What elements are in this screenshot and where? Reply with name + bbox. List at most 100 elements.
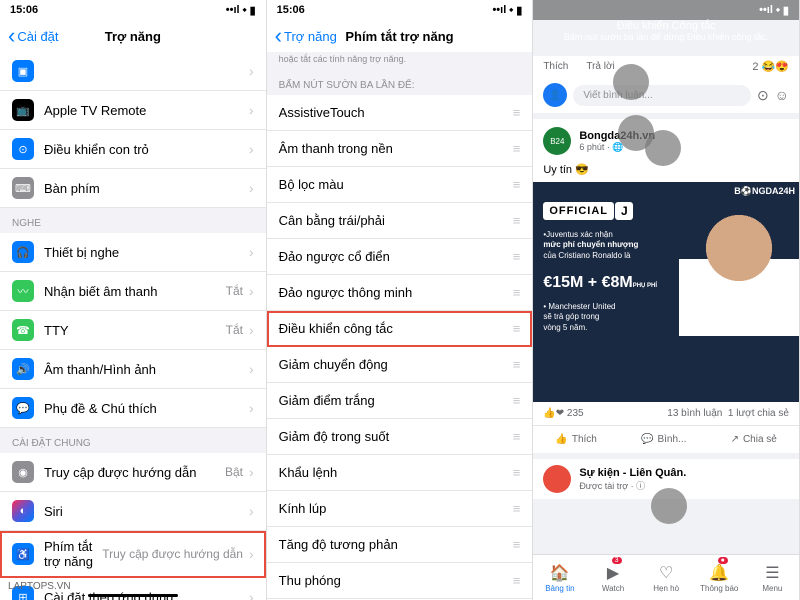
comment-input[interactable]: Viết bình luận... xyxy=(573,85,751,106)
back-button[interactable]: Trợ năng xyxy=(275,23,337,49)
home-indicator[interactable] xyxy=(88,594,178,597)
comments-count[interactable]: 13 bình luận xyxy=(667,408,722,419)
settings-row[interactable]: ⌨Bàn phím› xyxy=(0,169,266,208)
item-label: Giảm điểm trắng xyxy=(279,393,513,408)
like-button[interactable]: 👍 Thích xyxy=(547,430,604,449)
row-label: Âm thanh/Hình ảnh xyxy=(44,362,249,377)
switch-cursor-dot xyxy=(651,488,687,524)
item-label: Giảm chuyển động xyxy=(279,357,513,372)
settings-row[interactable]: ◉Truy cập được hướng dẫnBật› xyxy=(0,453,266,492)
chevron-icon: › xyxy=(249,546,254,562)
row-icon: ⌨ xyxy=(12,177,34,199)
shortcut-item[interactable]: Thu phóng≡ xyxy=(267,563,533,599)
settings-row[interactable]: 〰Nhận biết âm thanhTắt› xyxy=(0,272,266,311)
reorder-icon[interactable]: ≡ xyxy=(513,105,521,120)
watermark: LAPTOPS.VN xyxy=(8,581,71,592)
rows-group-1: ▣›📺Apple TV Remote›⊙Điều khiển con trỏ›⌨… xyxy=(0,52,266,208)
shortcut-item[interactable]: Giảm chuyển động≡ xyxy=(267,347,533,383)
status-time: 15:06 xyxy=(10,4,38,16)
tab-Menu[interactable]: ☰Menu xyxy=(746,555,799,600)
overlay-subtitle: Bấm nút sườn ba lần để dừng Điều khiển c… xyxy=(533,32,799,42)
post-stats: 👍❤ 235 13 bình luận 1 lượt chia sẻ xyxy=(533,402,799,426)
reorder-icon[interactable]: ≡ xyxy=(513,321,521,336)
tab-icon: 🏠 xyxy=(550,563,570,583)
signal-icon: ••ıl xyxy=(226,4,240,16)
reactions-count[interactable]: 2 😂😍 xyxy=(752,60,789,73)
row-icon: 📺 xyxy=(12,99,34,121)
post-image[interactable]: B⚽NGDA24H OFFICIAL J •Juventus xác nhậnm… xyxy=(533,182,799,402)
settings-row[interactable]: ⊙Điều khiển con trỏ› xyxy=(0,130,266,169)
like-action[interactable]: Thích xyxy=(543,61,568,72)
tab-Thông báo[interactable]: 🔔Thông báo● xyxy=(693,555,746,600)
emoji-icon[interactable]: ☺ xyxy=(775,87,789,103)
shortcut-item[interactable]: AssistiveTouch≡ xyxy=(267,95,533,131)
tab-Hẹn hò[interactable]: ♡Hẹn hò xyxy=(640,555,693,600)
reorder-icon[interactable]: ≡ xyxy=(513,393,521,408)
reply-action[interactable]: Trả lời xyxy=(586,61,614,72)
settings-row[interactable]: ☎TTYTắt› xyxy=(0,311,266,350)
item-label: Đảo ngược thông minh xyxy=(279,285,513,300)
settings-row[interactable]: ▣› xyxy=(0,52,266,91)
reorder-icon[interactable]: ≡ xyxy=(513,141,521,156)
shortcut-item[interactable]: Kính lúp≡ xyxy=(267,491,533,527)
reorder-icon[interactable]: ≡ xyxy=(513,213,521,228)
shortcut-list: AssistiveTouch≡Âm thanh trong nền≡Bộ lọc… xyxy=(267,95,533,600)
settings-row[interactable]: 📺 Apple TV Remote› xyxy=(0,91,266,130)
likes-count[interactable]: 👍❤ 235 xyxy=(543,408,583,419)
reorder-icon[interactable]: ≡ xyxy=(513,285,521,300)
reorder-icon[interactable]: ≡ xyxy=(513,249,521,264)
phone-accessibility-shortcut: 15:06 ••ıl ⬩ ▮ Trợ năng Phím tắt trợ năn… xyxy=(267,0,534,600)
page-avatar[interactable]: B24 xyxy=(543,127,571,155)
chevron-icon: › xyxy=(249,503,254,519)
chevron-icon: › xyxy=(249,63,254,79)
shortcut-item[interactable]: Đảo ngược thông minh≡ xyxy=(267,275,533,311)
settings-row[interactable]: ◐Siri› xyxy=(0,492,266,531)
reorder-icon[interactable]: ≡ xyxy=(513,177,521,192)
shortcut-item[interactable]: Giảm độ trong suốt≡ xyxy=(267,419,533,455)
shortcut-item[interactable]: Giảm điểm trắng≡ xyxy=(267,383,533,419)
reorder-icon[interactable]: ≡ xyxy=(513,501,521,516)
settings-row[interactable]: 🔊Âm thanh/Hình ảnh› xyxy=(0,350,266,389)
wifi-icon: ⬩ xyxy=(509,4,513,17)
row-label: Apple TV Remote xyxy=(44,103,249,118)
shortcut-item[interactable]: Đảo ngược cổ điển≡ xyxy=(267,239,533,275)
reorder-icon[interactable]: ≡ xyxy=(513,537,521,552)
battery-icon: ▮ xyxy=(250,4,256,17)
chevron-icon: › xyxy=(249,102,254,118)
tab-Watch[interactable]: ▶Watch3 xyxy=(586,555,639,600)
tab-icon: ♡ xyxy=(659,563,673,583)
shortcut-item[interactable]: Bộ lọc màu≡ xyxy=(267,167,533,203)
user-avatar[interactable]: 👤 xyxy=(543,83,567,107)
back-button[interactable]: Cài đặt xyxy=(8,23,59,49)
wifi-icon: ⬩ xyxy=(776,4,780,17)
share-button[interactable]: ↗ Chia sẻ xyxy=(723,430,785,449)
item-label: Tăng độ tương phản xyxy=(279,537,513,552)
reorder-icon[interactable]: ≡ xyxy=(513,429,521,444)
reorder-icon[interactable]: ≡ xyxy=(513,573,521,588)
item-label: Đảo ngược cổ điển xyxy=(279,249,513,264)
reorder-icon[interactable]: ≡ xyxy=(513,357,521,372)
shortcut-item[interactable]: Âm thanh trong nền≡ xyxy=(267,131,533,167)
shortcut-item[interactable]: Tăng độ tương phản≡ xyxy=(267,527,533,563)
nav-bar: Trợ năng Phím tắt trợ năng xyxy=(267,20,533,52)
row-status: Bật xyxy=(225,465,243,479)
shares-count[interactable]: 1 lượt chia sẻ xyxy=(728,408,789,419)
section-sub: hoặc tắt các tính năng trợ năng. xyxy=(267,52,533,70)
camera-icon[interactable]: ⊙ xyxy=(757,87,769,104)
status-icons: ••ıl ⬩ ▮ xyxy=(226,4,256,17)
reorder-icon[interactable]: ≡ xyxy=(513,465,521,480)
row-icon: ▣ xyxy=(12,60,34,82)
shortcut-item[interactable]: Cân bằng trái/phải≡ xyxy=(267,203,533,239)
chevron-icon: › xyxy=(249,464,254,480)
settings-row[interactable]: 💬Phụ đề & Chú thích› xyxy=(0,389,266,428)
settings-row[interactable]: ♿Phím tắt trợ năngTruy cập được hướng dẫ… xyxy=(0,531,266,578)
shortcut-item[interactable]: Điều khiển công tắc≡ xyxy=(267,311,533,347)
row-icon: 💬 xyxy=(12,397,34,419)
settings-row[interactable]: 🎧Thiết bị nghe› xyxy=(0,233,266,272)
tab-Bảng tin[interactable]: 🏠Bảng tin xyxy=(533,555,586,600)
status-bar: 15:06 ••ıl ⬩ ▮ xyxy=(0,0,266,20)
shortcut-item[interactable]: Khẩu lệnh≡ xyxy=(267,455,533,491)
comment-button[interactable]: 💬 Bình... xyxy=(633,430,694,449)
comment-composer: 👤 Viết bình luận... ⊙ ☺ xyxy=(533,77,799,113)
juventus-logo: J xyxy=(615,202,633,220)
